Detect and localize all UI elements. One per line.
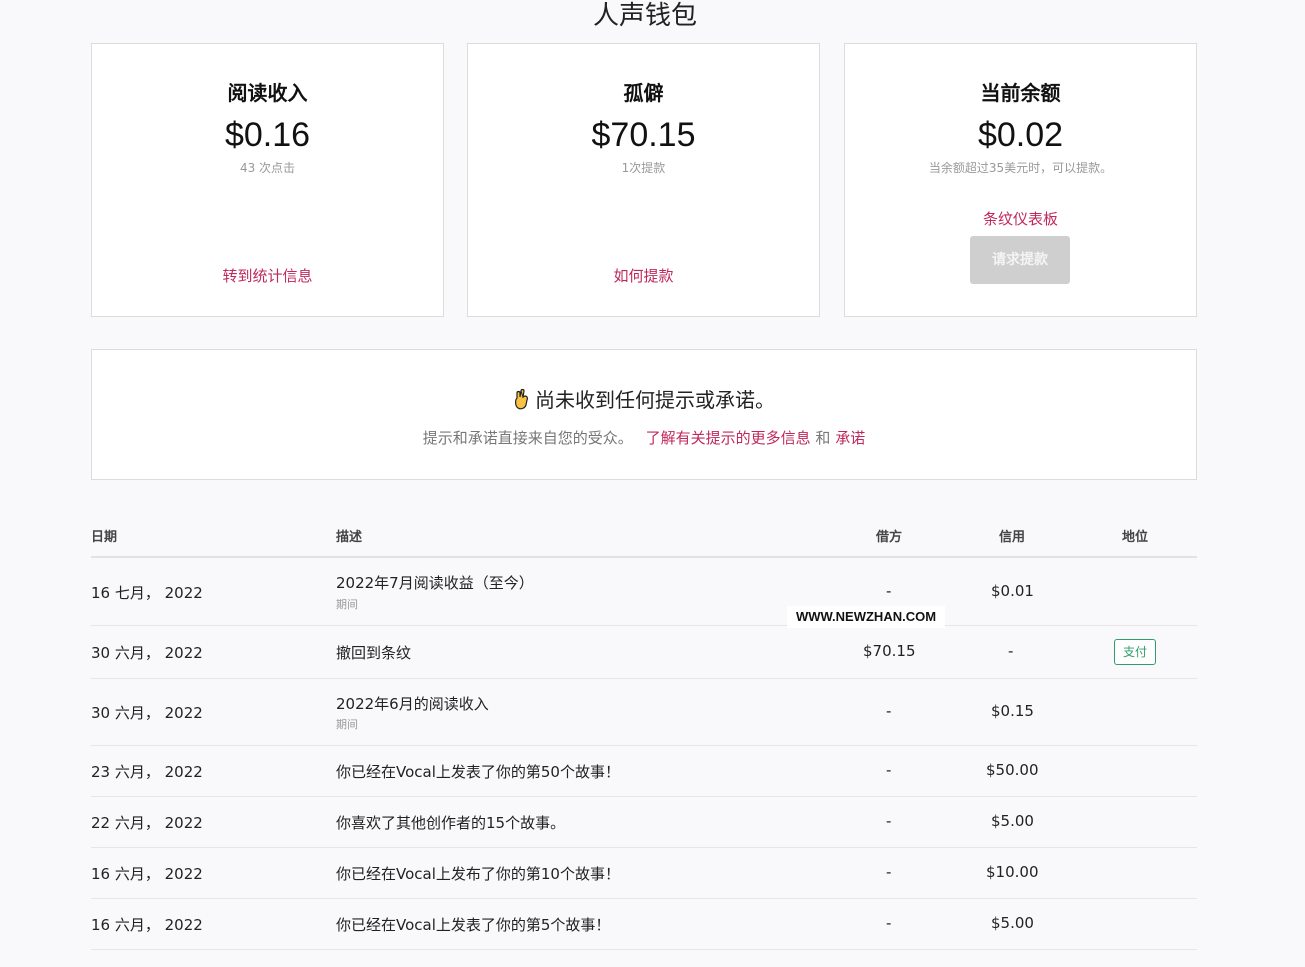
go-to-stats-link[interactable]: 转到统计信息 — [92, 265, 443, 286]
row-credit: $0.01 — [991, 582, 1034, 600]
learn-about-tips-link[interactable]: 了解有关提示的更多信息 — [646, 429, 811, 447]
row-debit: - — [886, 582, 892, 600]
row-debit: - — [886, 863, 892, 881]
card-subtext: 当余额超过35美元时，可以提款。 — [928, 161, 1113, 175]
row-credit: $0.15 — [991, 702, 1034, 720]
tips-panel: 尚未收到任何提示或承诺。 提示和承诺直接来自您的受众。 了解有关提示的更多信息 … — [91, 349, 1197, 480]
tips-heading-text: 尚未收到任何提示或承诺。 — [535, 388, 775, 412]
card-subtext: 1次提款 — [621, 161, 666, 175]
row-debit: - — [886, 914, 892, 932]
row-debit: - — [886, 812, 892, 830]
and-text: 和 — [815, 429, 831, 447]
row-description: 你已经在Vocal上发布了你的第10个故事！ — [336, 865, 620, 883]
row-description: 2022年6月的阅读收入 — [336, 695, 489, 713]
card-title: 阅读收入 — [227, 81, 308, 105]
row-period-label: 期间 — [336, 598, 358, 611]
column-header-debit[interactable]: 借方 — [876, 526, 902, 545]
row-debit: - — [886, 702, 892, 720]
row-period-label: 期间 — [336, 718, 358, 731]
table-row: 16 七月， 2022 2022年7月阅读收益（至今） 期间 - $0.01 — [91, 558, 1197, 626]
tips-heading: 尚未收到任何提示或承诺。 — [92, 384, 1196, 413]
table-row: 16 六月， 2022 你已经在Vocal上发布了你的第10个故事！ - $10… — [91, 848, 1197, 899]
card-amount: $0.16 — [224, 116, 311, 154]
row-date: 16 七月， 2022 — [91, 584, 203, 602]
watermark: WWW.NEWZHAN.COM — [787, 606, 945, 628]
current-balance-card: 当前余额 $0.02 当余额超过35美元时，可以提款。 条纹仪表板 请求提款 — [844, 43, 1197, 317]
row-date: 16 六月， 2022 — [91, 865, 203, 883]
page-title: 人声钱包 — [592, 1, 697, 31]
column-header-date[interactable]: 日期 — [91, 526, 117, 545]
row-credit: $10.00 — [986, 863, 1039, 881]
column-header-credit[interactable]: 信用 — [999, 526, 1025, 545]
card-title: 孤僻 — [623, 81, 664, 105]
table-row: 16 六月， 2022 你已经在Vocal上发表了你的第5个故事！ - $5.0… — [91, 899, 1197, 950]
column-header-description[interactable]: 描述 — [336, 526, 362, 545]
withdrawn-card: 孤僻 $70.15 1次提款 如何提款 — [467, 43, 820, 317]
row-description: 你已经在Vocal上发表了你的第5个故事！ — [336, 916, 611, 934]
row-credit: $5.00 — [991, 812, 1034, 830]
reading-income-card: 阅读收入 $0.16 43 次点击 转到统计信息 — [91, 43, 444, 317]
row-description: 你已经在Vocal上发表了你的第50个故事！ — [336, 763, 620, 781]
row-description: 2022年7月阅读收益（至今） — [336, 574, 534, 592]
row-date: 16 六月， 2022 — [91, 916, 203, 934]
table-row: 22 六月， 2022 你喜欢了其他创作者的15个故事。 - $5.00 — [91, 797, 1197, 848]
row-date: 22 六月， 2022 — [91, 814, 203, 832]
table-row: 30 六月， 2022 2022年6月的阅读收入 期间 - $0.15 — [91, 679, 1197, 746]
table-row: 30 六月， 2022 撤回到条纹 $70.15 - 支付 — [91, 626, 1197, 679]
row-date: 30 六月， 2022 — [91, 704, 203, 722]
how-to-withdraw-link[interactable]: 如何提款 — [468, 265, 819, 286]
row-credit: $5.00 — [991, 914, 1034, 932]
row-credit: - — [1008, 642, 1014, 660]
tips-body: 提示和承诺直接来自您的受众。 了解有关提示的更多信息 和 承诺 — [92, 427, 1196, 448]
crossed-fingers-icon — [513, 388, 531, 410]
transactions-table: 日期 描述 借方 信用 地位 16 七月， 2022 2022年7月阅读收益（至… — [91, 512, 1197, 950]
row-description: 你喜欢了其他创作者的15个故事。 — [336, 814, 566, 832]
request-withdrawal-button[interactable]: 请求提款 — [970, 236, 1070, 284]
status-badge: 支付 — [1114, 639, 1156, 665]
stripe-dashboard-link[interactable]: 条纹仪表板 — [845, 208, 1196, 229]
row-debit: $70.15 — [863, 642, 916, 660]
row-date: 23 六月， 2022 — [91, 763, 203, 781]
column-header-status[interactable]: 地位 — [1122, 526, 1148, 545]
row-credit: $50.00 — [986, 761, 1039, 779]
tips-body-text: 提示和承诺直接来自您的受众。 — [422, 429, 633, 447]
card-amount: $0.02 — [977, 116, 1064, 154]
table-row: 23 六月， 2022 你已经在Vocal上发表了你的第50个故事！ - $50… — [91, 746, 1197, 797]
table-header: 日期 描述 借方 信用 地位 — [91, 512, 1197, 558]
row-description: 撤回到条纹 — [336, 644, 412, 662]
pledges-link[interactable]: 承诺 — [835, 429, 865, 447]
card-subtext: 43 次点击 — [239, 161, 296, 175]
row-date: 30 六月， 2022 — [91, 644, 203, 662]
card-amount: $70.15 — [591, 116, 696, 154]
row-debit: - — [886, 761, 892, 779]
card-title: 当前余额 — [980, 81, 1061, 105]
